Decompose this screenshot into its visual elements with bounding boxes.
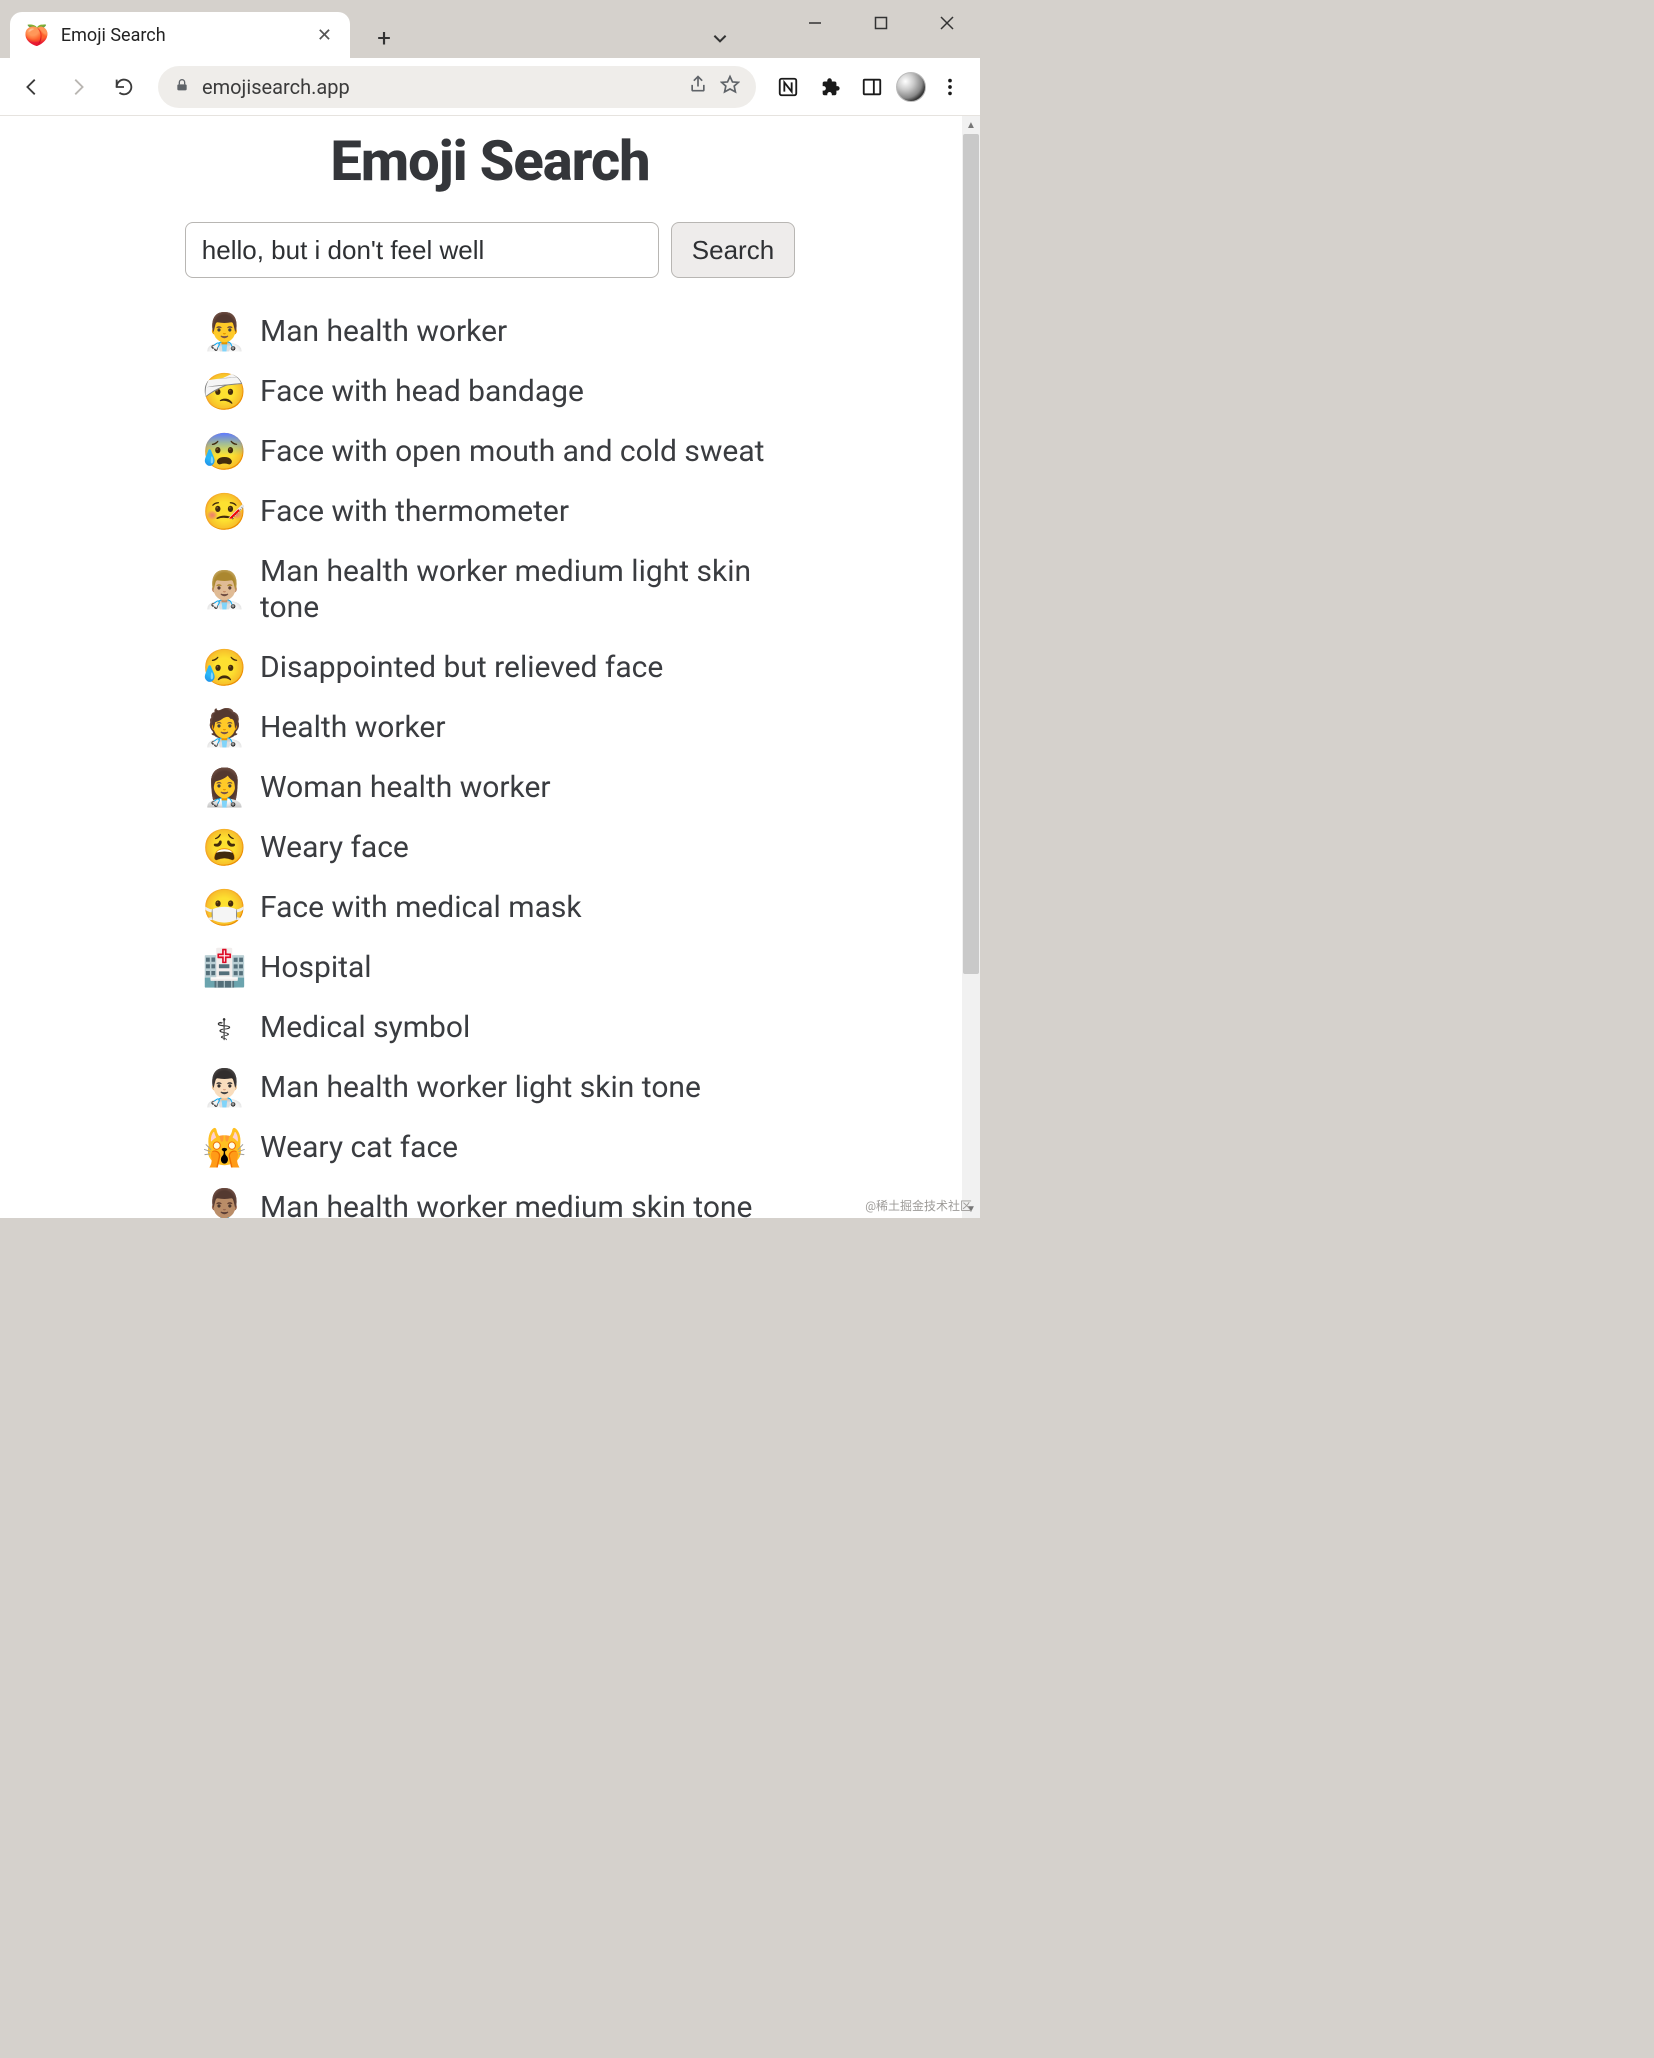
result-label: Man health worker medium light skin tone — [260, 554, 802, 626]
result-row[interactable]: 👨🏼‍⚕️ Man health worker medium light skin… — [202, 542, 802, 638]
maximize-button[interactable] — [848, 0, 914, 46]
tab-list-dropdown[interactable] — [700, 18, 740, 58]
result-emoji: 🤒 — [202, 494, 246, 530]
result-row[interactable]: 🏥 Hospital — [202, 938, 802, 998]
url-text: emojisearch.app — [202, 75, 676, 99]
scrollbar-up-arrow[interactable]: ▲ — [962, 116, 980, 134]
result-emoji: 👨🏻‍⚕️ — [202, 1070, 246, 1106]
result-row[interactable]: ⚕ Medical symbol — [202, 998, 802, 1058]
lock-icon — [174, 77, 190, 97]
result-row[interactable]: 👨‍⚕️ Man health worker — [202, 302, 802, 362]
result-label: Hospital — [260, 950, 372, 986]
page-viewport: ▲ ▼ Emoji Search Search 👨‍⚕️ Man health w… — [0, 116, 980, 1218]
address-bar[interactable]: emojisearch.app — [158, 66, 756, 108]
result-label: Medical symbol — [260, 1010, 470, 1046]
result-row[interactable]: 😷 Face with medical mask — [202, 878, 802, 938]
result-label: Weary cat face — [260, 1130, 458, 1166]
result-label: Woman health worker — [260, 770, 551, 806]
result-row[interactable]: 👩‍⚕️ Woman health worker — [202, 758, 802, 818]
browser-toolbar: emojisearch.app — [0, 58, 980, 116]
result-label: Health worker — [260, 710, 446, 746]
result-row[interactable]: 😥 Disappointed but relieved face — [202, 638, 802, 698]
browser-window: 🍑 Emoji Search ✕ + emojisearch.app — [0, 0, 980, 1218]
browser-tab[interactable]: 🍑 Emoji Search ✕ — [10, 12, 350, 58]
result-label: Face with open mouth and cold sweat — [260, 434, 764, 470]
result-label: Man health worker light skin tone — [260, 1070, 701, 1106]
result-emoji: 🧑‍⚕️ — [202, 710, 246, 746]
result-label: Man health worker medium skin tone — [260, 1190, 752, 1218]
page-title: Emoji Search — [10, 128, 970, 194]
result-emoji: 👨🏽‍⚕️ — [202, 1190, 246, 1218]
result-emoji: 🏥 — [202, 950, 246, 986]
new-tab-button[interactable]: + — [364, 18, 404, 58]
tab-close-button[interactable]: ✕ — [313, 23, 336, 48]
watermark-text: @稀土掘金技术社区 — [865, 1197, 972, 1214]
reload-button[interactable] — [104, 67, 144, 107]
bookmark-star-icon[interactable] — [720, 74, 740, 99]
forward-button[interactable] — [58, 67, 98, 107]
result-emoji: ⚕ — [202, 1010, 246, 1046]
result-label: Face with medical mask — [260, 890, 582, 926]
back-button[interactable] — [12, 67, 52, 107]
search-button[interactable]: Search — [671, 222, 795, 278]
tab-favicon: 🍑 — [24, 23, 49, 47]
search-row: Search — [10, 222, 970, 278]
result-row[interactable]: 🙀 Weary cat face — [202, 1118, 802, 1178]
result-emoji: 😥 — [202, 650, 246, 686]
minimize-button[interactable] — [782, 0, 848, 46]
result-emoji: 🤕 — [202, 374, 246, 410]
result-label: Man health worker — [260, 314, 507, 350]
result-emoji: 😷 — [202, 890, 246, 926]
page-content: Emoji Search Search 👨‍⚕️ Man health worke… — [10, 116, 970, 1218]
notion-extension-icon[interactable] — [770, 69, 806, 105]
result-row[interactable]: 😰 Face with open mouth and cold sweat — [202, 422, 802, 482]
result-row[interactable]: 👨🏻‍⚕️ Man health worker light skin tone — [202, 1058, 802, 1118]
result-row[interactable]: 👨🏽‍⚕️ Man health worker medium skin tone — [202, 1178, 802, 1218]
scrollbar[interactable]: ▲ ▼ — [962, 116, 980, 1218]
result-label: Disappointed but relieved face — [260, 650, 663, 686]
search-input[interactable] — [185, 222, 659, 278]
kebab-menu-icon[interactable] — [932, 69, 968, 105]
result-label: Weary face — [260, 830, 409, 866]
result-emoji: 👩‍⚕️ — [202, 770, 246, 806]
window-controls — [782, 0, 980, 46]
results-list: 👨‍⚕️ Man health worker 🤕 Face with head ban… — [202, 302, 802, 1218]
result-row[interactable]: 🤕 Face with head bandage — [202, 362, 802, 422]
result-emoji: 👨🏼‍⚕️ — [202, 572, 246, 608]
result-label: Face with thermometer — [260, 494, 569, 530]
result-row[interactable]: 😩 Weary face — [202, 818, 802, 878]
extensions-puzzle-icon[interactable] — [812, 69, 848, 105]
scrollbar-thumb[interactable] — [963, 134, 979, 974]
result-emoji: 🙀 — [202, 1130, 246, 1166]
result-label: Face with head bandage — [260, 374, 584, 410]
result-emoji: 😰 — [202, 434, 246, 470]
result-row[interactable]: 🧑‍⚕️ Health worker — [202, 698, 802, 758]
close-window-button[interactable] — [914, 0, 980, 46]
profile-avatar[interactable] — [896, 72, 926, 102]
result-row[interactable]: 🤒 Face with thermometer — [202, 482, 802, 542]
result-emoji: 👨‍⚕️ — [202, 314, 246, 350]
sidepanel-icon[interactable] — [854, 69, 890, 105]
result-emoji: 😩 — [202, 830, 246, 866]
tab-title: Emoji Search — [61, 25, 301, 46]
share-icon[interactable] — [688, 74, 708, 99]
